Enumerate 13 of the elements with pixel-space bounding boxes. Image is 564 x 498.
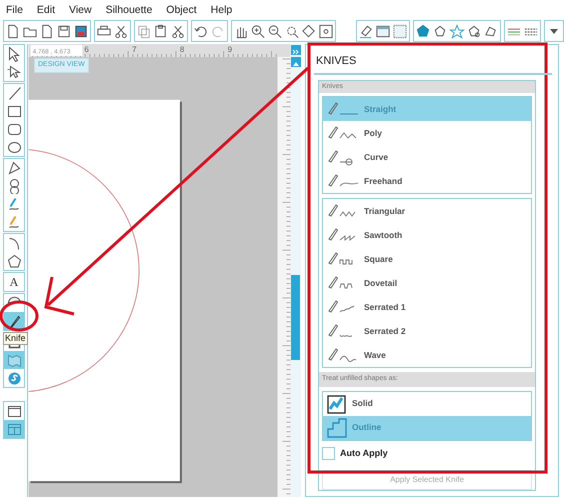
ruler-label: 9 [228,44,232,54]
menu-item[interactable]: File [6,3,23,19]
ruler-label: 6 [84,44,89,54]
ruler-label: 7 [132,44,137,54]
ruler-label: 8 [180,44,184,54]
checkbox-label: Auto Apply [340,446,388,460]
menu-item[interactable]: Edit [36,3,56,19]
menu-item[interactable]: Silhouette [106,3,152,19]
menu-item[interactable]: View [69,3,92,19]
tooltip: Knife [3,332,28,345]
menu-item[interactable]: Help [210,3,232,19]
panel-title: KNIVES [314,55,358,67]
menu-item[interactable]: Object [166,3,197,19]
